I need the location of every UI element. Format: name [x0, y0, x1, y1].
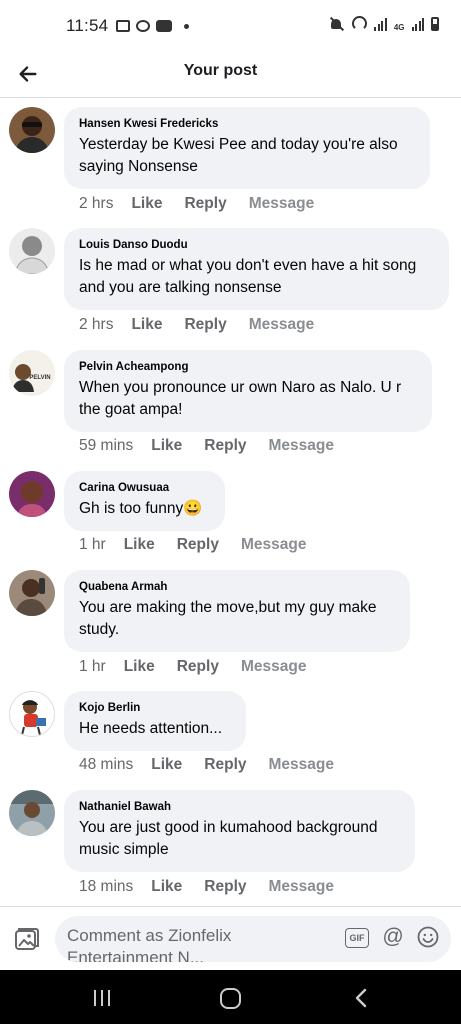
- comment-text: When you pronounce ur own Naro as Nalo. …: [79, 379, 402, 418]
- avatar[interactable]: [9, 570, 55, 616]
- system-back-button[interactable]: [350, 986, 374, 1010]
- comment-input[interactable]: Comment as Zionfelix Entertainment N... …: [55, 916, 451, 962]
- avatar[interactable]: [9, 691, 55, 737]
- page-title: Your post: [183, 62, 258, 79]
- comment-bubble: Kojo Berlin He needs attention...: [64, 691, 246, 751]
- like-button[interactable]: Like: [131, 195, 162, 213]
- comment-time: 1 hr: [79, 658, 106, 675]
- home-button[interactable]: [220, 988, 241, 1009]
- message-button[interactable]: Message: [241, 658, 306, 676]
- status-bar: 11:54 4G: [0, 0, 461, 52]
- comment-actions: 2 hrs Like Reply Message: [79, 316, 314, 334]
- recent-apps-button[interactable]: [90, 986, 114, 1010]
- emoji-button[interactable]: [416, 925, 440, 949]
- app-header: Your post: [0, 52, 461, 98]
- comment-time: 2 hrs: [79, 316, 114, 333]
- comment-time: 48 mins: [79, 756, 134, 773]
- comment-time: 59 mins: [79, 437, 134, 454]
- comment-text: Gh is too funny😀: [79, 500, 203, 517]
- comment-bubble: Carina Owusuaa Gh is too funny😀: [64, 471, 225, 531]
- like-button[interactable]: Like: [131, 316, 162, 334]
- avatar[interactable]: [9, 471, 55, 517]
- like-button[interactable]: Like: [151, 437, 182, 455]
- like-button[interactable]: Like: [151, 756, 182, 774]
- comment-composer: Comment as Zionfelix Entertainment N... …: [0, 906, 461, 970]
- notification-icons: [116, 20, 190, 32]
- network-type-label: 4G: [393, 23, 405, 32]
- commenter-name[interactable]: Louis Danso Duodu: [79, 239, 434, 251]
- photo-button[interactable]: [12, 925, 40, 953]
- comment-actions: 18 mins Like Reply Message: [79, 878, 334, 896]
- comment-actions: 1 hr Like Reply Message: [79, 658, 306, 676]
- comment-bubble: Hansen Kwesi Fredericks Yesterday be Kwe…: [64, 107, 430, 189]
- more-notifications-icon: [184, 23, 190, 29]
- gallery-notification-icon: [116, 20, 131, 32]
- comment-text: You are just good in kumahood background…: [79, 819, 378, 858]
- system-nav-bar: [0, 970, 461, 1024]
- commenter-name[interactable]: Hansen Kwesi Fredericks: [79, 118, 415, 130]
- reply-button[interactable]: Reply: [184, 316, 226, 334]
- facebook-notification-icon: [136, 20, 151, 32]
- comment-time: 18 mins: [79, 878, 134, 895]
- smiley-icon: [417, 926, 439, 948]
- avatar[interactable]: [9, 790, 55, 836]
- message-button[interactable]: Message: [269, 878, 334, 896]
- avatar[interactable]: PELVIN: [9, 350, 55, 396]
- comment-text: Yesterday be Kwesi Pee and today you're …: [79, 136, 398, 175]
- reply-button[interactable]: Reply: [204, 756, 246, 774]
- comment-text: You are making the move,but my guy make …: [79, 599, 377, 638]
- comment-bubble: Pelvin Acheampong When you pronounce ur …: [64, 350, 432, 432]
- comment-bubble: Louis Danso Duodu Is he mad or what you …: [64, 228, 449, 310]
- status-time: 11:54: [66, 16, 109, 35]
- message-button[interactable]: Message: [249, 316, 314, 334]
- commenter-name[interactable]: Pelvin Acheampong: [79, 361, 417, 373]
- comment-actions: 59 mins Like Reply Message: [79, 437, 334, 455]
- message-button[interactable]: Message: [269, 437, 334, 455]
- message-button[interactable]: Message: [269, 756, 334, 774]
- comment-text: He needs attention...: [79, 720, 223, 737]
- reply-button[interactable]: Reply: [177, 536, 219, 554]
- reply-button[interactable]: Reply: [177, 658, 219, 676]
- message-button[interactable]: Message: [241, 536, 306, 554]
- signal-icon: [374, 17, 387, 31]
- avatar[interactable]: [9, 228, 55, 274]
- comment-time: 1 hr: [79, 536, 106, 553]
- chevron-left-icon: [355, 988, 367, 1008]
- reply-button[interactable]: Reply: [184, 195, 226, 213]
- gif-button[interactable]: GIF: [345, 928, 369, 948]
- comment-placeholder: Comment as Zionfelix Entertainment N...: [67, 926, 232, 962]
- commenter-name[interactable]: Nathaniel Bawah: [79, 801, 400, 813]
- comment-actions: 2 hrs Like Reply Message: [79, 195, 314, 213]
- commenter-name[interactable]: Quabena Armah: [79, 581, 395, 593]
- mention-button[interactable]: @: [381, 925, 405, 949]
- signal-icon-2: [411, 17, 424, 31]
- comment-actions: 48 mins Like Reply Message: [79, 756, 334, 774]
- system-icons: 4G: [329, 16, 439, 32]
- commenter-name[interactable]: Kojo Berlin: [79, 702, 231, 714]
- battery-icon: [431, 17, 439, 31]
- reply-button[interactable]: Reply: [204, 437, 246, 455]
- youtube-notification-icon: [156, 20, 173, 32]
- avatar[interactable]: [9, 107, 55, 153]
- comment-actions: 1 hr Like Reply Message: [79, 536, 306, 554]
- comment-time: 2 hrs: [79, 195, 114, 212]
- avatar-text: PELVIN: [29, 375, 50, 381]
- like-button[interactable]: Like: [124, 658, 155, 676]
- comment-bubble: Nathaniel Bawah You are just good in kum…: [64, 790, 415, 872]
- comment-bubble: Quabena Armah You are making the move,bu…: [64, 570, 410, 652]
- commenter-name[interactable]: Carina Owusuaa: [79, 482, 210, 494]
- like-button[interactable]: Like: [151, 878, 182, 896]
- reply-button[interactable]: Reply: [204, 878, 246, 896]
- image-icon: [15, 928, 39, 950]
- comment-text: Is he mad or what you don't even have a …: [79, 257, 417, 296]
- message-button[interactable]: Message: [249, 195, 314, 213]
- mute-icon: [329, 17, 345, 31]
- like-button[interactable]: Like: [124, 536, 155, 554]
- hotspot-icon: [352, 16, 368, 31]
